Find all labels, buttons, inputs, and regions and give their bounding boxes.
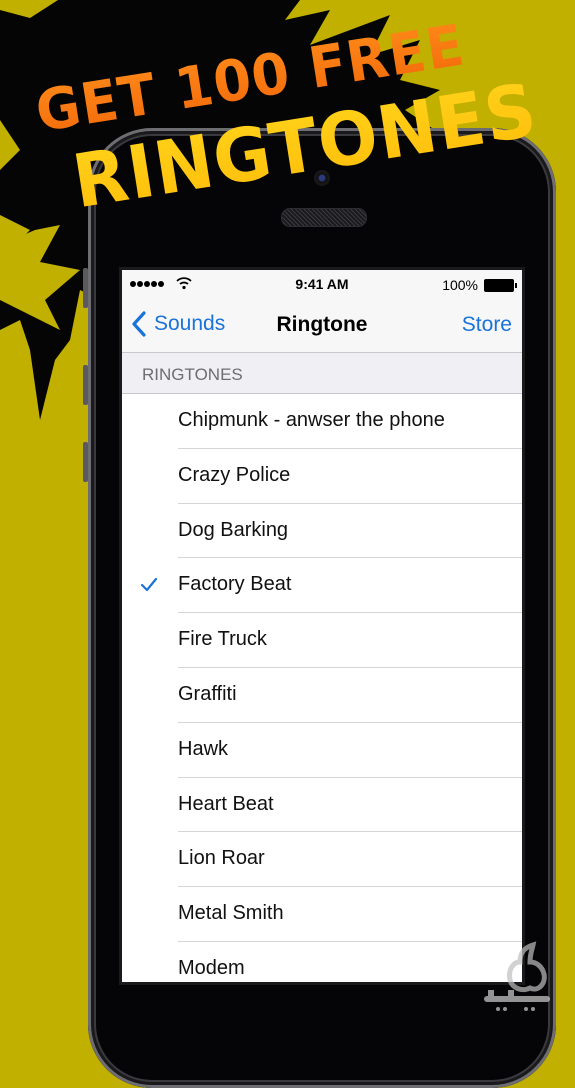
ringtone-label: Heart Beat [178, 792, 274, 815]
ringtone-label: Modem [178, 956, 245, 979]
phone-screen: 9:41 AM 100% Sounds Ringtone Store RINGT… [119, 267, 525, 985]
ringtone-label: Hawk [178, 737, 229, 760]
phone-volume-down-button [83, 442, 88, 482]
ringtone-label: Graffiti [178, 682, 237, 705]
store-button[interactable]: Store [462, 313, 512, 337]
phone-mute-switch [83, 268, 88, 308]
battery-percentage: 100% [442, 277, 478, 293]
ringtone-row[interactable]: Lion Roar [122, 832, 522, 888]
status-bar: 9:41 AM 100% [122, 270, 522, 298]
ringtone-label: Lion Roar [178, 847, 265, 870]
ringtone-row[interactable]: Factory Beat [122, 558, 522, 614]
ringtone-row[interactable]: Metal Smith [122, 887, 522, 942]
ringtone-row[interactable]: Dog Barking [122, 503, 522, 559]
ringtone-label: Chipmunk - anwser the phone [178, 409, 445, 431]
battery-full-icon [484, 279, 517, 292]
watermark-logo [484, 941, 550, 1011]
navigation-bar: Sounds Ringtone Store [122, 298, 522, 353]
ringtone-row[interactable]: Crazy Police [122, 448, 522, 504]
ringtone-label: Factory Beat [178, 573, 292, 596]
ringtone-row[interactable]: Fire Truck [122, 613, 522, 668]
ringtone-row[interactable]: Hawk [122, 722, 522, 778]
ringtone-label: Crazy Police [178, 463, 291, 486]
ringtone-label: Metal Smith [178, 902, 284, 925]
ringtone-label: Dog Barking [178, 518, 289, 541]
ringtone-row[interactable]: Graffiti [122, 667, 522, 723]
ringtone-row[interactable]: Chipmunk - anwser the phone [122, 394, 522, 449]
ringtone-label: Fire Truck [178, 628, 267, 651]
section-header: RINGTONES [122, 353, 522, 394]
checkmark-icon [140, 578, 158, 592]
ringtone-row[interactable]: Heart Beat [122, 777, 522, 833]
phone-volume-up-button [83, 365, 88, 405]
earpiece-speaker [281, 208, 367, 227]
ringtone-list: Chipmunk - anwser the phone Crazy Police D… [122, 394, 522, 982]
ringtone-row[interactable]: Modem [122, 941, 522, 982]
